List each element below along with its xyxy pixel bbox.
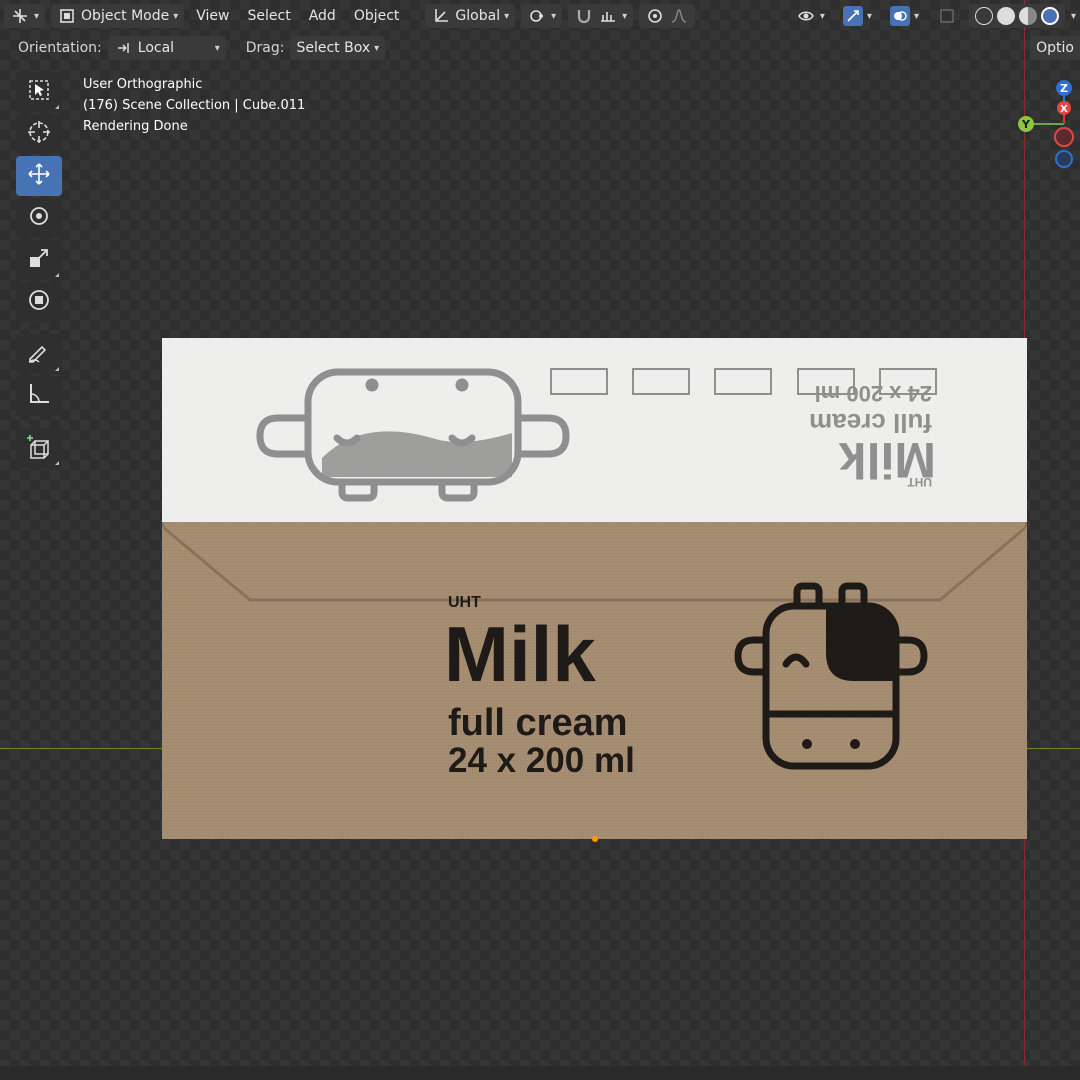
viewport-editor-icon	[10, 6, 30, 26]
xray-icon	[937, 6, 957, 26]
annotate-icon	[26, 339, 52, 369]
gizmo-x-label: X	[1060, 104, 1068, 115]
pivot-point-dropdown[interactable]: ▾	[521, 4, 563, 28]
gizmo-z-label: Z	[1060, 82, 1068, 95]
front-variant-text: full cream	[448, 702, 628, 744]
chevron-down-icon: ▾	[551, 10, 557, 22]
select-box-icon	[27, 78, 51, 106]
carton-front-face: UHT Milk full cream 24 x 200 ml	[161, 521, 1028, 839]
object-origin-dot	[592, 836, 598, 842]
front-uht-text: UHT	[448, 594, 481, 611]
view-name: User Orthographic	[83, 77, 203, 92]
editor-type-button[interactable]: ▾	[4, 4, 46, 28]
proportional-editing-toggle[interactable]	[639, 4, 696, 28]
front-pack-text: 24 x 200 ml	[448, 741, 635, 780]
rendered-shading-icon[interactable]	[1040, 7, 1059, 25]
move-icon	[26, 161, 52, 191]
gizmo-neg-z[interactable]	[1055, 150, 1073, 168]
object-mode-icon	[57, 6, 77, 26]
local-orientation-icon	[114, 38, 134, 58]
gizmo-y-label: Y	[1021, 118, 1031, 131]
transform-orientation-dropdown[interactable]: Global ▾	[425, 4, 516, 28]
drag-value: Select Box	[296, 40, 371, 56]
falloff-curve-icon	[669, 6, 689, 26]
drag-label: Drag:	[245, 40, 285, 56]
tool-add-cube[interactable]	[16, 428, 62, 468]
front-brand-text: Milk	[444, 610, 596, 698]
snap-increment-icon	[598, 6, 618, 26]
render-status: Rendering Done	[83, 119, 188, 134]
orientation-label: Orientation:	[18, 40, 102, 56]
menu-object[interactable]: Object	[348, 4, 406, 28]
chevron-down-icon: ▾	[819, 10, 825, 22]
chevron-down-icon: ▾	[866, 10, 872, 22]
chevron-down-icon: ▾	[622, 10, 628, 22]
cursor-icon	[26, 119, 52, 149]
milk-carton-render[interactable]: UHT Milk full cream 24 x 200 ml UHT Milk…	[161, 338, 1028, 839]
top-brand-text: Milk	[839, 432, 936, 488]
scene-object-info: (176) Scene Collection | Cube.011	[83, 98, 306, 113]
menu-select[interactable]: Select	[242, 4, 297, 28]
object-visibility-dropdown[interactable]: ▾	[790, 4, 831, 28]
tool-measure[interactable]	[16, 376, 62, 416]
snap-toggle[interactable]: ▾	[568, 4, 634, 28]
chevron-down-icon: ▾	[34, 10, 40, 22]
global-axes-icon	[431, 6, 451, 26]
status-bar	[0, 1066, 1080, 1080]
gizmo-neg-x[interactable]	[1054, 127, 1074, 147]
gizmo-icon	[842, 6, 863, 26]
navigation-gizmo[interactable]: Z Y X	[1008, 74, 1080, 174]
tool-shelf	[16, 72, 62, 470]
chevron-down-icon[interactable]: ▾	[1071, 11, 1076, 22]
overlays-icon	[889, 6, 910, 26]
tool-annotate[interactable]	[16, 334, 62, 374]
mode-label: Object Mode	[81, 8, 170, 24]
orientation-dropdown[interactable]: Local ▾	[107, 36, 226, 60]
chevron-down-icon: ▾	[173, 10, 179, 22]
drag-dropdown[interactable]: Select Box ▾	[290, 36, 386, 60]
tool-settings-header: Orientation: Local ▾ Drag: Select Box ▾ …	[0, 32, 1080, 64]
shading-buttons[interactable]	[968, 4, 1065, 28]
eye-icon	[796, 6, 816, 26]
chevron-down-icon: ▾	[214, 42, 220, 54]
viewport-info-overlay: User Orthographic (176) Scene Collection…	[83, 74, 305, 137]
proportional-edit-icon	[645, 6, 665, 26]
tool-move[interactable]	[16, 156, 62, 196]
tool-rotate[interactable]	[16, 198, 62, 238]
measure-icon	[26, 381, 52, 411]
overlays-toggle[interactable]: ▾	[884, 4, 925, 28]
scale-icon	[27, 246, 51, 274]
xray-toggle[interactable]	[931, 4, 963, 28]
transform-orientation-label: Global	[455, 8, 501, 24]
magnet-icon	[574, 6, 594, 26]
solid-shading-icon[interactable]	[996, 7, 1015, 25]
3d-viewport[interactable]: UHT Milk full cream 24 x 200 ml UHT Milk…	[0, 0, 1080, 1080]
carton-top-face: UHT Milk full cream 24 x 200 ml	[162, 338, 1027, 522]
chevron-down-icon: ▾	[504, 10, 510, 22]
top-pack-text: 24 x 200 ml	[815, 381, 932, 406]
gizmo-toggle[interactable]: ▾	[837, 4, 878, 28]
pivot-icon	[527, 6, 547, 26]
tool-scale[interactable]	[16, 240, 62, 280]
add-cube-icon	[26, 433, 52, 463]
viewport-header: ▾ Object Mode ▾ View Select Add Object G…	[0, 0, 1080, 32]
rotate-icon	[26, 203, 52, 233]
material-preview-icon[interactable]	[1018, 7, 1037, 25]
top-variant-text: full cream	[809, 408, 932, 438]
tool-transform[interactable]	[16, 282, 62, 322]
tool-cursor[interactable]	[16, 114, 62, 154]
transform-icon	[26, 287, 52, 317]
chevron-down-icon: ▾	[374, 42, 380, 54]
mode-dropdown[interactable]: Object Mode ▾	[51, 4, 185, 28]
menu-add[interactable]: Add	[303, 4, 342, 28]
chevron-down-icon: ▾	[913, 10, 919, 22]
orientation-value: Local	[137, 40, 175, 56]
tool-select-box[interactable]	[16, 72, 62, 112]
options-button[interactable]: Optio	[1030, 36, 1080, 60]
menu-view[interactable]: View	[190, 4, 235, 28]
wireframe-shading-icon[interactable]	[974, 7, 993, 25]
